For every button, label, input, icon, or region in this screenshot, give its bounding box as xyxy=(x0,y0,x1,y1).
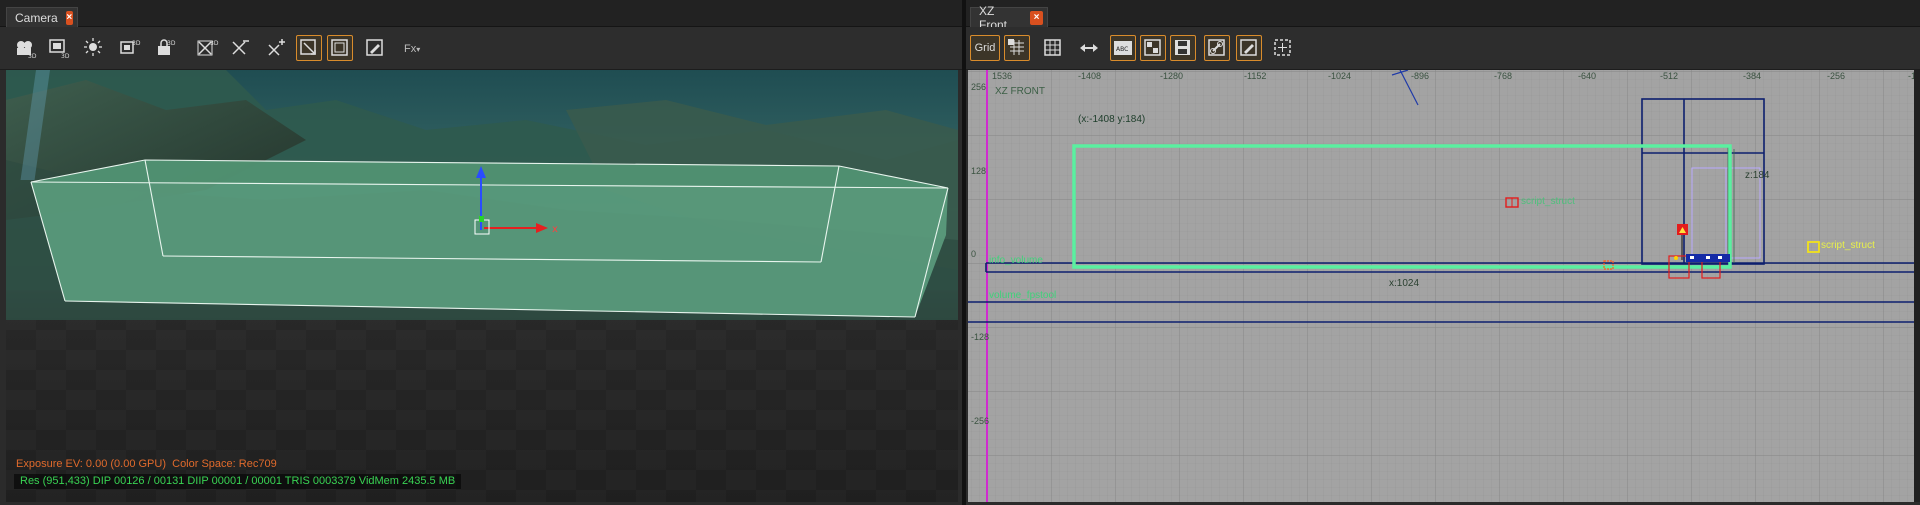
edit-icon[interactable] xyxy=(1236,35,1262,61)
x-ruler-tick: -896 xyxy=(1411,71,1430,81)
layout-icon[interactable] xyxy=(1140,35,1166,61)
entity-label-info-volume[interactable]: info_volume xyxy=(989,255,1043,266)
select-mode-icon[interactable] xyxy=(296,35,322,61)
y-ruler-tick: 128 xyxy=(971,166,987,176)
tab-camera-label: Camera xyxy=(15,10,58,25)
close-icon[interactable]: × xyxy=(65,10,73,25)
grid-table-icon[interactable] xyxy=(1040,35,1066,61)
render-stats: Res (951,433) DIP 00126 / 00131 DIIP 000… xyxy=(14,474,462,489)
y-ruler-tick: -128 xyxy=(971,332,990,342)
view-label: XZ FRONT xyxy=(995,86,1045,97)
lock-icon[interactable]: 3D xyxy=(152,35,178,61)
add-icon[interactable] xyxy=(264,35,290,61)
grid-snap-icon[interactable] xyxy=(1004,35,1030,61)
fx-label: Fx xyxy=(404,43,417,55)
camera-toolbar: 3D 3D 3D 3D 3D Fx▾ xyxy=(0,27,962,70)
x-ruler-tick: -640 xyxy=(1578,71,1597,81)
svg-text:ABC: ABC xyxy=(1116,46,1128,53)
y-ruler-tick: 0 xyxy=(971,249,977,259)
text-abc-icon[interactable]: ABC xyxy=(1110,35,1136,61)
chevron-down-icon: ▾ xyxy=(416,45,421,54)
exposure-status: Exposure EV: 0.00 (0.00 GPU) Color Space… xyxy=(16,458,277,470)
scene-render: x xyxy=(6,70,958,502)
camera-3d-icon[interactable]: 3D xyxy=(12,35,38,61)
xz-front-viewport[interactable]: 1536 -1408 -1280 -1152 -1024 -896 -768 -640 -512… xyxy=(968,70,1914,502)
viewport-scrollbar[interactable] xyxy=(1914,70,1920,502)
tab-xz-front[interactable]: XZ Front × xyxy=(970,4,1048,32)
xz-tabbar: XZ Front × xyxy=(966,0,1920,32)
ortho-grid-view xyxy=(968,70,1914,502)
fx-dropdown[interactable]: Fx▾ xyxy=(404,43,420,55)
entity-label-volume-fpstool[interactable]: volume_fpstool xyxy=(989,290,1056,301)
x-ruler-tick: 1536 xyxy=(992,71,1013,81)
render-mode-icon[interactable]: 3D xyxy=(116,35,142,61)
color-space-text: Color Space: Rec709 xyxy=(172,458,277,470)
collapse-icon[interactable] xyxy=(228,35,254,61)
entity-label-script-struct-selected[interactable]: script_struct xyxy=(1821,240,1875,251)
target-icon[interactable] xyxy=(1270,35,1296,61)
edit-icon[interactable] xyxy=(362,35,388,61)
entity-label-script-struct[interactable]: script_struct xyxy=(1521,196,1575,207)
y-ruler-tick: 256 xyxy=(971,82,987,92)
x-ruler-tick: -1152 xyxy=(1244,71,1267,81)
gizmo-x-label: x xyxy=(552,224,558,235)
exposure-text: Exposure EV: 0.00 (0.00 GPU) xyxy=(16,458,166,470)
svg-text:3D: 3D xyxy=(167,40,176,47)
camera-2d-icon[interactable]: 3D xyxy=(46,35,72,61)
height-dimension: z:184 xyxy=(1745,170,1770,181)
light-icon[interactable] xyxy=(80,35,106,61)
close-icon[interactable]: × xyxy=(1030,10,1043,25)
width-dimension: x:1024 xyxy=(1389,278,1420,289)
save-icon[interactable] xyxy=(1170,35,1196,61)
grid-toggle-button[interactable]: Grid xyxy=(970,35,1000,61)
svg-text:3D: 3D xyxy=(132,40,141,47)
x-ruler-tick: -256 xyxy=(1827,71,1846,81)
y-ruler-tick: -256 xyxy=(971,416,990,426)
camera-viewport[interactable]: x Exposure EV: 0.00 (0.00 GPU) Color Spa… xyxy=(6,70,958,502)
x-ruler-tick: -1024 xyxy=(1328,71,1352,81)
link-icon[interactable] xyxy=(1204,35,1230,61)
xz-front-panel: XZ Front × Grid ABC 1536 -1408 -1280 -11… xyxy=(966,0,1920,505)
x-ruler-tick: -1280 xyxy=(1160,71,1184,81)
move-arrows-icon[interactable] xyxy=(1076,35,1102,61)
xz-toolbar: Grid ABC xyxy=(966,27,1920,70)
svg-text:3D: 3D xyxy=(210,40,219,47)
x-ruler-tick: -1408 xyxy=(1078,71,1102,81)
tab-camera[interactable]: Camera × xyxy=(6,7,78,27)
svg-text:3D: 3D xyxy=(28,53,37,59)
camera-panel: Camera × 3D 3D 3D 3D 3D Fx▾ x Exposure E… xyxy=(0,0,962,505)
frame-icon[interactable] xyxy=(327,35,353,61)
scale-icon[interactable]: 3D xyxy=(194,35,220,61)
svg-text:3D: 3D xyxy=(61,53,70,59)
x-ruler-tick: -384 xyxy=(1743,71,1762,81)
x-ruler-tick: -768 xyxy=(1494,71,1513,81)
x-ruler-tick: -512 xyxy=(1660,71,1679,81)
camera-tabbar: Camera × xyxy=(0,0,962,27)
corner-coordinate: (x:-1408 y:184) xyxy=(1078,114,1146,125)
